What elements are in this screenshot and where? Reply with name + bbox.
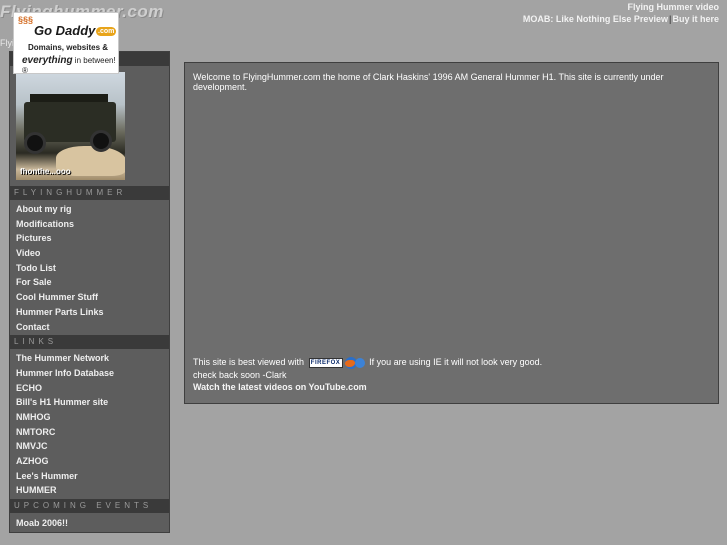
link-item-echo[interactable]: ECHO <box>10 381 169 396</box>
godaddy-ad-banner[interactable]: §§§ Go Daddy .com Domains, websites & ev… <box>13 12 119 75</box>
welcome-text: Welcome to FlyingHummer.com the home of … <box>193 72 664 92</box>
nav-item-about-my-rig[interactable]: About my rig <box>10 202 169 217</box>
moab-preview-link[interactable]: MOAB: Like Nothing Else Preview <box>523 14 668 24</box>
firefox-badge[interactable]: FIREFOX <box>308 356 365 369</box>
events-nav: Moab 2006!! <box>10 513 169 533</box>
link-item-nmtorc[interactable]: NMTORC <box>10 425 169 440</box>
flyinghummer-section-title: FLYINGHUMMER <box>10 186 169 200</box>
flying-hummer-video-link[interactable]: Flying Hummer video <box>627 2 719 12</box>
nav-item-hummer-parts-links[interactable]: Hummer Parts Links <box>10 305 169 320</box>
hummer-photo[interactable]: fhonthe...ooo <box>16 72 125 180</box>
godaddy-swirl-icon: §§§ <box>18 15 34 25</box>
firefox-badge-label: FIREFOX <box>308 357 343 368</box>
wheel-shape <box>24 132 46 154</box>
firefox-globe-icon <box>354 357 365 368</box>
links-nav: The Hummer Network Hummer Info Database … <box>10 349 169 499</box>
events-section-title: UPCOMING EVENTS <box>10 499 169 514</box>
godaddy-brand: Go Daddy <box>34 23 96 38</box>
photo-caption: fhonthe...ooo <box>20 167 71 176</box>
link-item-lees-hummer[interactable]: Lee's Hummer <box>10 469 169 484</box>
godaddy-tagline-2: everything in between!® <box>22 55 118 75</box>
buy-it-here-link[interactable]: Buy it here <box>672 14 719 24</box>
flyinghummer-nav: About my rig Modifications Pictures Vide… <box>10 200 169 335</box>
link-item-bills-h1-site[interactable]: Bill's H1 Hummer site <box>10 395 169 410</box>
links-section-title: LINKS <box>10 335 169 350</box>
nav-item-todo-list[interactable]: Todo List <box>10 261 169 276</box>
check-back-text: check back soon -Clark <box>193 370 287 380</box>
godaddy-com-badge: .com <box>96 27 117 36</box>
event-item-moab-2006[interactable]: Moab 2006!! <box>10 516 169 531</box>
godaddy-tagline-1: Domains, websites & <box>28 43 109 52</box>
link-item-hummer[interactable]: HUMMER <box>10 483 169 498</box>
link-item-hummer-network[interactable]: The Hummer Network <box>10 351 169 366</box>
youtube-link[interactable]: Watch the latest videos on YouTube.com <box>193 382 367 392</box>
sidebar: FEATURE fhonthe...ooo FLYINGHUMMER About… <box>9 51 170 533</box>
best-viewed-suffix: If you are using IE it will not look ver… <box>369 357 543 367</box>
nav-item-modifications[interactable]: Modifications <box>10 217 169 232</box>
nav-item-contact[interactable]: Contact <box>10 320 169 335</box>
tagline-fragment: Flyi <box>0 38 14 48</box>
top-links: Flying Hummer video MOAB: Like Nothing E… <box>523 1 719 25</box>
nav-item-pictures[interactable]: Pictures <box>10 231 169 246</box>
link-item-hummer-info-database[interactable]: Hummer Info Database <box>10 366 169 381</box>
firefox-fox-icon <box>344 359 355 367</box>
link-item-azhog[interactable]: AZHOG <box>10 454 169 469</box>
link-item-nmvjc[interactable]: NMVJC <box>10 439 169 454</box>
best-viewed-notice: This site is best viewed with FIREFOX If… <box>193 356 542 369</box>
nav-item-cool-hummer-stuff[interactable]: Cool Hummer Stuff <box>10 290 169 305</box>
best-viewed-prefix: This site is best viewed with <box>193 357 305 367</box>
nav-item-for-sale[interactable]: For Sale <box>10 275 169 290</box>
link-item-nmhog[interactable]: NMHOG <box>10 410 169 425</box>
wheel-shape <box>90 130 112 152</box>
godaddy-tagline-emphasis: everything <box>22 55 73 66</box>
main-content-panel: Welcome to FlyingHummer.com the home of … <box>184 62 719 404</box>
nav-item-video[interactable]: Video <box>10 246 169 261</box>
